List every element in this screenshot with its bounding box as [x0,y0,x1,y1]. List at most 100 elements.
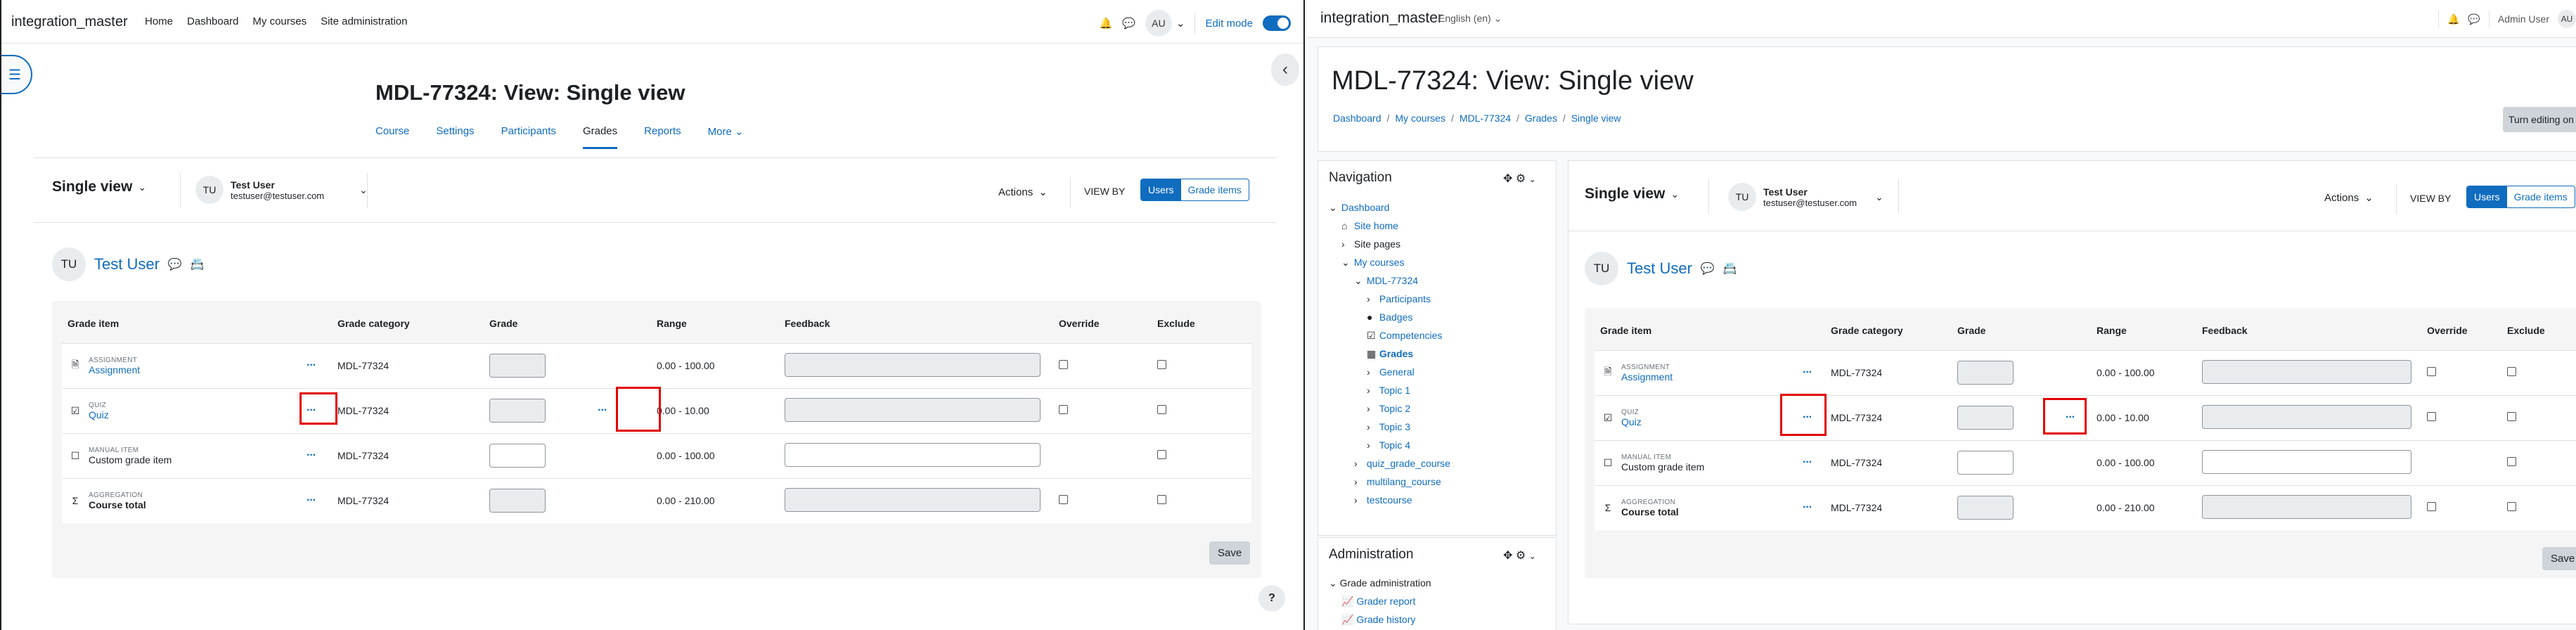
grade-actions-menu-icon[interactable]: ··· [598,404,607,417]
tab-settings[interactable]: Settings [436,125,474,149]
tab-grades[interactable]: Grades [582,125,618,149]
item-name[interactable]: Assignment [89,364,307,375]
override-checkbox[interactable] [2427,502,2436,512]
turn-editing-on-button[interactable]: Turn editing on [2503,107,2576,132]
tree-item[interactable]: ▦ Grades [1329,345,1450,363]
bell-icon[interactable]: 🔔 [1100,17,1113,30]
view-by-users-button[interactable]: Users [1141,179,1181,200]
nav-my-courses[interactable]: My courses [252,15,307,27]
contact-card-icon[interactable]: 📇 [1723,262,1737,276]
gear-icon[interactable]: ⚙ [1516,173,1526,185]
user-menu-name[interactable]: Admin User [2498,13,2549,25]
tree-item[interactable]: › Site pages [1329,235,1450,253]
report-selector[interactable]: Single view ⌄ [1585,186,1679,202]
item-name[interactable]: Assignment [1621,371,1803,382]
exclude-checkbox[interactable] [1157,495,1166,505]
move-icon[interactable]: ✥ [1503,550,1512,562]
exclude-checkbox[interactable] [2507,367,2516,376]
tab-more[interactable]: More ⌄ [708,125,744,149]
nav-site-administration[interactable]: Site administration [321,15,407,27]
feedback-input[interactable] [2202,449,2411,474]
tree-item[interactable]: › multilang_course [1329,472,1450,491]
message-icon[interactable]: 💬 [168,257,182,271]
language-menu[interactable]: English (en) ⌄ [1438,13,1502,25]
tree-item[interactable]: ● Badges [1329,308,1450,326]
gear-icon[interactable]: ⚙ [1516,550,1526,562]
breadcrumb-item[interactable]: Single view [1571,112,1621,124]
override-checkbox[interactable] [1059,495,1068,505]
chevron-down-icon[interactable]: ⌄ [1529,174,1536,184]
item-name[interactable]: Quiz [89,409,307,420]
tree-item[interactable]: › Topic 2 [1329,399,1450,418]
view-by-grade-items-button[interactable]: Grade items [2507,186,2575,207]
exclude-checkbox[interactable] [2507,457,2516,466]
user-heading-name[interactable]: Test User [1627,259,1692,278]
item-actions-menu-icon[interactable]: ··· [307,494,316,507]
user-selector[interactable]: TU Test User testuser@testuser.com ⌄ [195,176,368,204]
override-checkbox[interactable] [2427,412,2436,421]
item-actions-menu-icon[interactable]: ··· [1803,501,1812,514]
item-actions-menu-icon[interactable]: ··· [1803,366,1812,379]
open-course-index-button[interactable]: ☰ [1,55,32,94]
tree-item[interactable]: › Topic 4 [1329,436,1450,454]
contact-card-icon[interactable]: 📇 [191,257,205,271]
user-menu[interactable]: AU ⌄ [1145,10,1185,37]
actions-menu[interactable]: Actions ⌄ [998,186,1048,199]
tree-item[interactable]: › Participants [1329,290,1450,308]
save-button[interactable]: Save [2542,547,2576,570]
tree-item[interactable]: ⌄ Grade administration [1329,574,1431,592]
tree-item[interactable]: 📈 Grade history [1329,610,1431,629]
exclude-checkbox[interactable] [1157,405,1166,414]
override-checkbox[interactable] [1059,360,1068,369]
item-actions-menu-icon[interactable]: ··· [1803,456,1812,469]
breadcrumb-item[interactable]: Grades [1525,112,1557,124]
tree-item[interactable]: ⌄ MDL-77324 [1329,271,1450,290]
site-brand[interactable]: integration_master [1320,10,1443,27]
tree-item[interactable]: › Topic 3 [1329,418,1450,436]
bell-icon[interactable]: 🔔 [2447,13,2459,25]
exclude-checkbox[interactable] [2507,412,2516,421]
user-selector[interactable]: TU Test User testuser@testuser.com ⌄ [1728,183,1883,211]
breadcrumb-item[interactable]: MDL-77324 [1460,112,1511,124]
tree-item[interactable]: ☑ Competencies [1329,326,1450,345]
nav-home[interactable]: Home [145,15,173,27]
exclude-checkbox[interactable] [1157,450,1166,459]
override-checkbox[interactable] [1059,405,1068,414]
exclude-checkbox[interactable] [2507,502,2516,512]
tree-item[interactable]: › Topic 1 [1329,381,1450,399]
avatar[interactable]: AU [2558,10,2576,28]
site-brand[interactable]: integration_master [11,14,128,30]
grade-input[interactable] [489,444,546,468]
chevron-down-icon[interactable]: ⌄ [1529,551,1536,561]
nav-dashboard[interactable]: Dashboard [187,15,238,27]
item-actions-menu-icon[interactable]: ··· [307,359,316,372]
user-heading-name[interactable]: Test User [94,255,160,274]
save-button[interactable]: Save [1209,541,1251,565]
tree-item[interactable]: › testcourse [1329,491,1450,509]
edit-mode-toggle[interactable] [1263,15,1291,31]
tree-item[interactable]: › General [1329,363,1450,381]
move-icon[interactable]: ✥ [1503,173,1512,185]
feedback-input[interactable] [785,442,1041,467]
message-icon[interactable]: 💬 [1701,262,1715,276]
breadcrumb-item[interactable]: My courses [1395,112,1445,124]
tree-item[interactable]: 📈 Grader report [1329,592,1431,610]
tree-item[interactable]: ⌂ Site home [1329,217,1450,235]
actions-menu[interactable]: Actions ⌄ [2324,191,2374,205]
view-by-grade-items-button[interactable]: Grade items [1181,179,1249,200]
tree-item[interactable]: ⌄ Dashboard [1329,198,1450,217]
tab-reports[interactable]: Reports [644,125,681,149]
messages-icon[interactable]: 💬 [2468,13,2480,25]
help-button[interactable]: ? [1258,585,1285,612]
tree-item[interactable]: › quiz_grade_course [1329,454,1450,472]
item-name[interactable]: Quiz [1621,416,1803,428]
view-by-users-button[interactable]: Users [2467,186,2507,207]
item-actions-menu-icon[interactable]: ··· [307,449,316,462]
tree-item[interactable]: ⌄ My courses [1329,253,1450,271]
grade-input[interactable] [1957,451,2014,475]
tab-course[interactable]: Course [375,125,409,149]
open-block-drawer-button[interactable]: ‹ [1271,53,1299,86]
breadcrumb-item[interactable]: Dashboard [1333,112,1382,124]
tab-participants[interactable]: Participants [501,125,556,149]
override-checkbox[interactable] [2427,367,2436,376]
